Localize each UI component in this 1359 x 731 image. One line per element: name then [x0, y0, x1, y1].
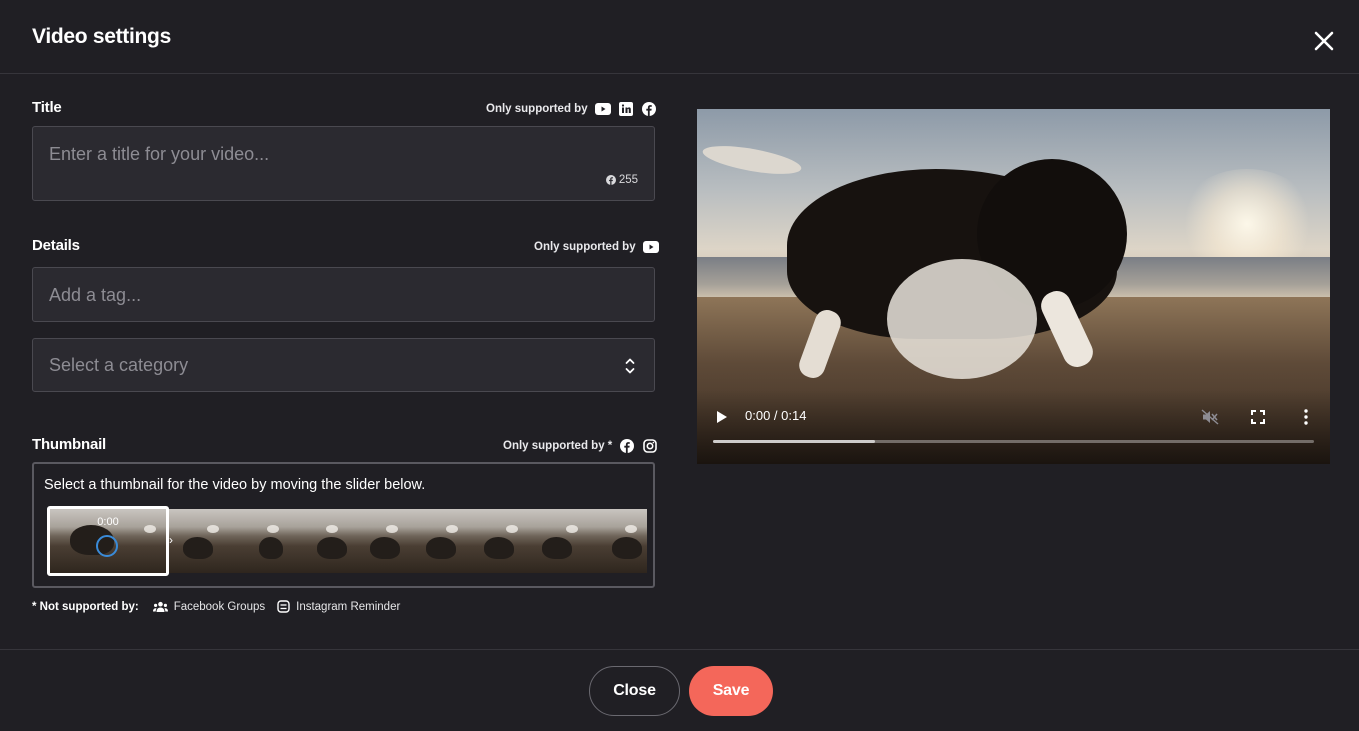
not-supported-label: * Not supported by:	[32, 600, 139, 613]
loading-ring-icon	[96, 535, 118, 557]
thumbnail-frame[interactable]	[408, 509, 468, 573]
category-placeholder: Select a category	[49, 355, 189, 375]
thumbnail-frame[interactable]	[348, 509, 409, 573]
video-time: 0:00 / 0:14	[745, 408, 807, 423]
close-button[interactable]: Close	[589, 666, 680, 716]
instagram-reminder-icon	[277, 600, 290, 613]
support-text: Only supported by *	[503, 440, 613, 452]
thumbnail-label: Thumbnail	[32, 436, 107, 453]
category-select[interactable]: Select a category	[32, 338, 655, 392]
dialog-header: Video settings	[0, 0, 1359, 74]
more-options-icon[interactable]	[1295, 407, 1317, 427]
thumbnail-time: 0:00	[97, 516, 119, 528]
dialog-footer: Close Save	[0, 649, 1359, 731]
thumbnail-frame[interactable]	[527, 509, 588, 573]
thumbnail-strip[interactable]: 0:00	[47, 506, 648, 576]
thumbnail-frame-selected[interactable]: 0:00	[47, 506, 169, 576]
video-player[interactable]: 0:00 / 0:14	[697, 109, 1330, 464]
close-icon[interactable]	[1310, 27, 1338, 55]
title-support-note: Only supported by	[486, 101, 657, 117]
thumbnail-frame[interactable]	[288, 509, 349, 573]
thumbnail-hint: Select a thumbnail for the video by movi…	[44, 477, 426, 493]
tag-input[interactable]: Add a tag...	[32, 267, 655, 322]
youtube-icon	[594, 101, 611, 117]
title-placeholder: Enter a title for your video...	[49, 144, 270, 164]
instagram-icon	[642, 438, 658, 454]
dialog-title: Video settings	[32, 25, 171, 48]
thumbnail-frame[interactable]	[587, 509, 648, 573]
save-button[interactable]: Save	[689, 666, 773, 716]
support-text: Only supported by	[534, 241, 636, 253]
not-supported-item-label: Facebook Groups	[173, 600, 266, 613]
details-support-note: Only supported by	[534, 239, 659, 255]
chevron-updown-icon	[624, 356, 636, 376]
not-supported-item: Instagram Reminder	[277, 600, 400, 613]
facebook-icon	[605, 175, 616, 185]
youtube-icon	[642, 239, 659, 255]
video-buffered	[713, 440, 876, 443]
thumbnail-frame[interactable]	[467, 509, 528, 573]
chevron-right-icon: ›	[169, 533, 173, 547]
volume-muted-icon[interactable]	[1199, 407, 1221, 427]
play-icon[interactable]	[713, 408, 731, 426]
users-icon	[152, 601, 168, 612]
title-input[interactable]: Enter a title for your video... 255	[32, 126, 655, 201]
details-label: Details	[32, 237, 80, 254]
char-counter: 255	[605, 174, 638, 186]
thumbnail-support-note: Only supported by *	[503, 438, 658, 454]
facebook-icon	[641, 101, 657, 117]
thumbnail-picker: Select a thumbnail for the video by movi…	[32, 462, 655, 588]
facebook-icon	[619, 438, 635, 454]
fullscreen-icon[interactable]	[1247, 407, 1269, 427]
title-label: Title	[32, 99, 62, 116]
video-progress-bar[interactable]	[713, 440, 1314, 443]
not-supported-item-label: Instagram Reminder	[296, 600, 401, 613]
tag-placeholder: Add a tag...	[49, 285, 142, 305]
support-text: Only supported by	[486, 103, 588, 115]
not-supported-item: Facebook Groups	[152, 600, 266, 613]
thumbnail-frame[interactable]	[169, 509, 229, 573]
not-supported-note: * Not supported by: Facebook Groups Inst…	[32, 600, 406, 613]
char-counter-value: 255	[618, 174, 638, 186]
video-controls: 0:00 / 0:14	[697, 402, 1330, 432]
thumbnail-frame[interactable]	[228, 509, 289, 573]
linkedin-icon	[618, 101, 634, 117]
